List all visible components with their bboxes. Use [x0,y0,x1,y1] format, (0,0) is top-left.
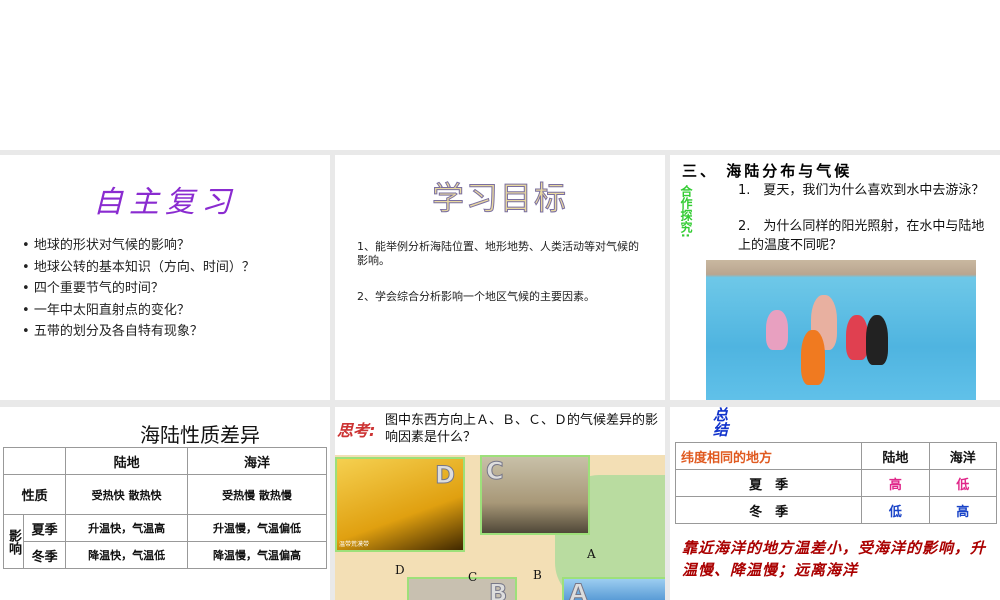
bullet-item: 地球公转的基本知识（方向、时间）？ [22,257,255,279]
side-label: 合作探究: [679,185,693,238]
table-header: 陆地 [861,442,930,470]
bullet-item: 地球的形状对气候的影响？ [22,235,255,257]
slide-thumbnail-2[interactable]: 学习目标 1、能举例分析海陆位置、地形地势、人类活动等对气候的影响。 2、学会综… [335,155,665,400]
map-label: C [468,570,478,584]
slide-sorter-grid: 自主复习 地球的形状对气候的影响？ 地球公转的基本知识（方向、时间）？ 四个重要… [0,150,1000,600]
bullet-list: 地球的形状对气候的影响？ 地球公转的基本知识（方向、时间）？ 四个重要节气的时间… [22,235,255,343]
blank-area [0,0,1000,150]
table-cell: 降温慢，气温偏高 [187,541,327,569]
bullet-item: 五带的划分及各自特有现象？ [22,321,255,343]
desert-photo: D 温带荒漠带 [335,457,465,552]
map-label: D [395,563,405,577]
photo-label: B [488,579,508,600]
slide-thumbnail-6[interactable]: 总结 纬度相同的地方 陆地 海洋 夏 季高低 冬 季低高 靠近海洋的地方温差小，受海… [670,407,1000,600]
photo-label: A [569,579,589,600]
table-cell: 受热快 散热快 [65,474,188,515]
table-cell: 影响 [3,514,24,569]
table-cell: 冬季 [22,541,67,569]
map-label: B [533,568,542,582]
table-cell: 升温快，气温高 [65,514,188,542]
photo-label: D [435,461,456,490]
think-label: 思考: [337,421,376,440]
question: 2. 为什么同样的阳光照射，在水中与陆地上的温度不同呢？ [738,219,985,253]
table-cell: 冬 季 [674,496,863,524]
map-label: A [587,547,596,561]
table-header: 海洋 [187,447,327,475]
table-cell: 受热慢 散热慢 [187,474,327,515]
coast-photo: A [562,577,665,600]
slide-thumbnail-1[interactable]: 自主复习 地球的形状对气候的影响？ 地球公转的基本知识（方向、时间）？ 四个重要… [0,155,330,400]
slide-thumbnail-4[interactable]: 海陆性质差异 陆地 海洋 性质 受热快 散热快 受热慢 散热慢 影响 夏季 升温快，气温高… [0,407,330,600]
swimming-pool-photo [706,260,976,400]
table-cell: 夏 季 [674,469,863,497]
objective-item: 2、学会综合分析影响一个地区气候的主要因素。 [357,290,595,303]
slide-title: 三、 海陆分布与气候 [682,162,853,180]
comparison-table: 陆地 海洋 性质 受热快 散热快 受热慢 散热慢 影响 夏季 升温快，气温高 升温慢，气温偏… [2,447,327,569]
table-cell: 升温慢，气温偏低 [187,514,327,542]
table-cell: 性质 [2,474,67,515]
slide-title: 海陆性质差异 [140,423,260,447]
table-header [2,447,67,475]
table-cell: 夏季 [22,514,67,542]
slide-thumbnail-5[interactable]: 思考: 图中东西方向上Ａ、Ｂ、Ｃ、Ｄ的气候差异的影响因素是什么？ D 温带荒漠带… [335,407,665,600]
grassland-photo: C [480,455,590,535]
table-cell: 降温快，气温低 [65,541,188,569]
summary-table: 纬度相同的地方 陆地 海洋 夏 季高低 冬 季低高 [674,442,998,524]
slide-title: 自主复习 [93,185,237,220]
table-cell: 低 [928,469,998,497]
china-map: D 温带荒漠带 C B A D C B A [335,455,665,600]
forest-photo: B [407,577,517,600]
bullet-item: 四个重要节气的时间？ [22,278,255,300]
photo-caption: 温带荒漠带 [339,541,370,548]
photo-label: C [486,457,505,486]
bullet-item: 一年中太阳直射点的变化？ [22,300,255,322]
slide-thumbnail-3[interactable]: 三、 海陆分布与气候 合作探究: 1. 夏天，我们为什么喜欢到水中去游泳？ 2.… [670,155,1000,400]
slide-title: 学习目标 [431,179,568,218]
table-header: 纬度相同的地方 [674,442,863,470]
side-label: 总结 [711,407,729,437]
summary-text: 靠近海洋的地方温差小，受海洋的影响，升温慢、降温慢；远离海洋 [682,539,987,579]
question: 1. 夏天，我们为什么喜欢到水中去游泳？ [738,183,985,198]
objective-item: 1、能举例分析海陆位置、地形地势、人类活动等对气候的影响。 [357,240,639,267]
table-cell: 高 [928,496,998,524]
table-cell: 低 [861,496,930,524]
table-cell: 高 [861,469,930,497]
table-header: 海洋 [928,442,998,470]
question: 图中东西方向上Ａ、Ｂ、Ｃ、Ｄ的气候差异的影响因素是什么？ [385,413,659,445]
table-header: 陆地 [65,447,188,475]
